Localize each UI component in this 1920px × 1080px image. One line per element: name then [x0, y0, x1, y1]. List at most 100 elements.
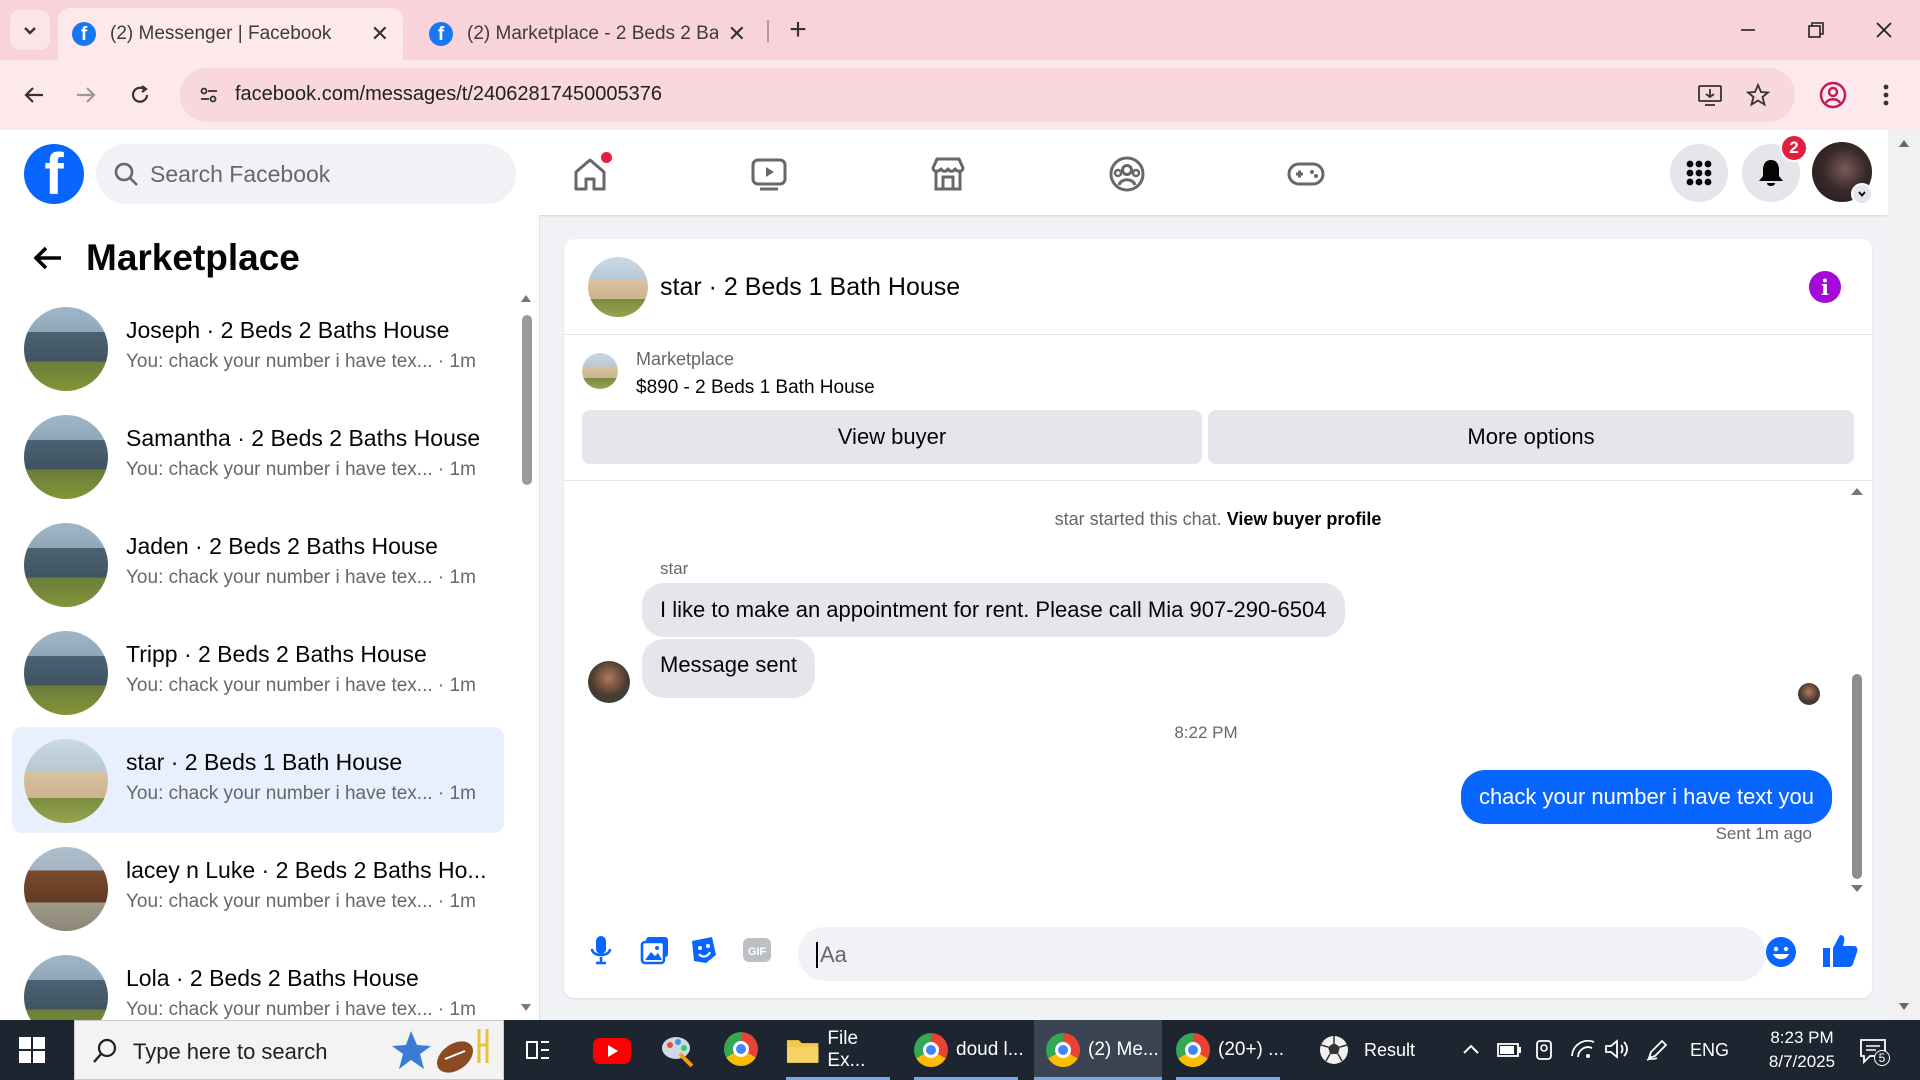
back-button[interactable]	[28, 238, 68, 278]
wifi-icon[interactable]	[1570, 1038, 1596, 1060]
forward-button[interactable]	[66, 75, 106, 115]
url-text: facebook.com/messages/t/2406281745000537…	[235, 83, 662, 105]
conversation-name: Joseph · 2 Beds 2 Baths House	[126, 317, 450, 343]
profile-icon	[1819, 81, 1847, 109]
windows-taskbar: Type here to search File Ex... doud l...…	[0, 1020, 1920, 1080]
notification-count: 5	[1874, 1050, 1890, 1066]
paint-app-icon[interactable]	[660, 1032, 696, 1068]
chat-started-notice: star started this chat. View buyer profi…	[564, 509, 1872, 530]
view-buyer-profile-link[interactable]: View buyer profile	[1227, 509, 1382, 529]
new-tab-button[interactable]: +	[780, 12, 816, 48]
conversation-item-selected[interactable]: star · 2 Beds 1 Bath House You: chack yo…	[12, 727, 504, 833]
close-tab-icon[interactable]: ✕	[728, 21, 746, 47]
arrow-left-icon	[24, 87, 43, 103]
taskbar-search-box[interactable]: Type here to search	[74, 1020, 504, 1080]
outgoing-message: chack your number i have text you	[1460, 770, 1832, 824]
reload-button[interactable]	[120, 75, 160, 115]
notification-center-button[interactable]: 5	[1858, 1036, 1890, 1066]
conversation-item[interactable]: Lola · 2 Beds 2 Baths House You: chack y…	[12, 943, 504, 1020]
facebook-search-input[interactable]: Search Facebook	[96, 144, 516, 204]
address-bar[interactable]: facebook.com/messages/t/2406281745000537…	[180, 68, 1795, 122]
attach-photo-button[interactable]	[638, 933, 672, 967]
conversation-item[interactable]: Jaden · 2 Beds 2 Baths House You: chack …	[12, 511, 504, 617]
chat-panel: star · 2 Beds 1 Bath House i Marketplace…	[564, 239, 1872, 998]
windows-start-icon[interactable]	[18, 1036, 46, 1064]
close-tab-icon[interactable]: ✕	[371, 21, 389, 47]
language-indicator[interactable]: ENG	[1690, 1020, 1729, 1080]
scroll-down-icon[interactable]	[1850, 883, 1864, 895]
minimize-button[interactable]	[1728, 10, 1768, 50]
nav-video[interactable]	[747, 152, 791, 196]
bookmark-star-icon[interactable]	[1743, 80, 1773, 110]
conversation-item[interactable]: Samantha · 2 Beds 2 Baths House You: cha…	[12, 403, 504, 509]
sticker-button[interactable]	[686, 933, 720, 967]
taskbar-app-label: doud l...	[956, 1039, 1024, 1060]
tab-search-button[interactable]	[10, 10, 50, 50]
chrome-icon	[914, 1033, 948, 1067]
listing-thumbnail[interactable]	[582, 353, 618, 389]
scroll-up-icon[interactable]	[520, 293, 532, 303]
tab-marketplace[interactable]: f (2) Marketplace - 2 Beds 2 Bath ✕	[415, 8, 760, 60]
chat-scrollbar[interactable]	[1852, 674, 1862, 879]
youtube-icon[interactable]	[592, 1034, 632, 1066]
back-button[interactable]	[14, 75, 54, 115]
task-view-icon[interactable]	[524, 1036, 552, 1064]
more-options-button[interactable]: More options	[1208, 410, 1854, 464]
conversation-preview: You: chack your number i have tex... · 1…	[126, 783, 476, 804]
nav-marketplace[interactable]	[926, 152, 970, 196]
nav-groups[interactable]	[1105, 152, 1149, 196]
battery-icon[interactable]	[1496, 1038, 1522, 1060]
volume-icon[interactable]	[1604, 1038, 1630, 1060]
tab-title: (2) Messenger | Facebook	[110, 23, 332, 44]
nav-home[interactable]	[568, 152, 612, 196]
view-buyer-button[interactable]: View buyer	[582, 410, 1202, 464]
site-info-icon[interactable]	[194, 80, 224, 110]
sender-avatar[interactable]	[588, 661, 630, 703]
message-timestamp: 8:22 PM	[1174, 723, 1238, 742]
tab-messenger[interactable]: f (2) Messenger | Facebook ✕	[58, 8, 403, 60]
menu-button[interactable]	[1670, 144, 1728, 202]
scroll-down-icon[interactable]	[1898, 1002, 1910, 1012]
profile-button[interactable]	[1813, 75, 1853, 115]
message-composer: GIF Aa	[564, 911, 1872, 998]
scroll-up-icon[interactable]	[1898, 138, 1910, 148]
close-window-button[interactable]	[1864, 10, 1904, 50]
conversation-item[interactable]: Joseph · 2 Beds 2 Baths House You: chack…	[12, 295, 504, 401]
chevron-up-icon[interactable]	[1462, 1042, 1480, 1056]
restore-button[interactable]	[1796, 10, 1836, 50]
scroll-down-icon[interactable]	[520, 1003, 532, 1013]
nav-gaming[interactable]	[1284, 152, 1328, 196]
page-scrollbar[interactable]	[1888, 130, 1920, 1020]
emoji-icon[interactable]	[1764, 935, 1798, 969]
weather-widget[interactable]: Result	[1318, 1020, 1415, 1080]
taskbar-app-file-explorer[interactable]: File Ex...	[776, 1020, 900, 1080]
chat-avatar[interactable]	[588, 257, 648, 317]
taskbar-search-placeholder: Type here to search	[133, 1039, 328, 1064]
system-clock[interactable]: 8:23 PM 8/7/2025	[1752, 1026, 1852, 1074]
account-chevron-icon[interactable]	[1851, 183, 1873, 205]
voice-clip-button[interactable]	[584, 933, 618, 967]
scroll-up-icon[interactable]	[1850, 485, 1864, 497]
conversation-item[interactable]: Tripp · 2 Beds 2 Baths House You: chack …	[12, 619, 504, 725]
conversation-item[interactable]: lacey n Luke · 2 Beds 2 Baths Ho... You:…	[12, 835, 504, 941]
meet-now-icon[interactable]	[1534, 1038, 1556, 1062]
search-highlight-icon	[392, 1029, 489, 1073]
listing-price[interactable]: $890 - 2 Beds 1 Bath House	[636, 377, 875, 399]
sidebar-title: Marketplace	[86, 237, 300, 278]
chrome-icon[interactable]	[724, 1032, 758, 1066]
gif-button[interactable]: GIF	[740, 933, 774, 967]
message-input[interactable]: Aa	[798, 927, 1766, 981]
facebook-logo-icon[interactable]: f	[24, 144, 84, 204]
conversation-preview: You: chack your number i have tex... · 1…	[126, 351, 476, 372]
install-app-icon[interactable]	[1695, 80, 1725, 110]
taskbar-app-chrome[interactable]: (20+) ...	[1166, 1020, 1290, 1080]
pen-icon[interactable]	[1645, 1038, 1669, 1062]
tab-title: (2) Marketplace - 2 Beds 2 Bath	[467, 23, 718, 44]
browser-menu-button[interactable]	[1866, 75, 1906, 115]
sidebar-scrollbar[interactable]	[522, 315, 532, 485]
taskbar-app-chrome-messenger[interactable]: (2) Me...	[1034, 1020, 1162, 1080]
chat-title[interactable]: star · 2 Beds 1 Bath House	[660, 273, 960, 302]
taskbar-app-chrome[interactable]: doud l...	[904, 1020, 1028, 1080]
info-icon[interactable]: i	[1809, 271, 1841, 303]
thumbs-up-icon[interactable]	[1820, 931, 1860, 971]
